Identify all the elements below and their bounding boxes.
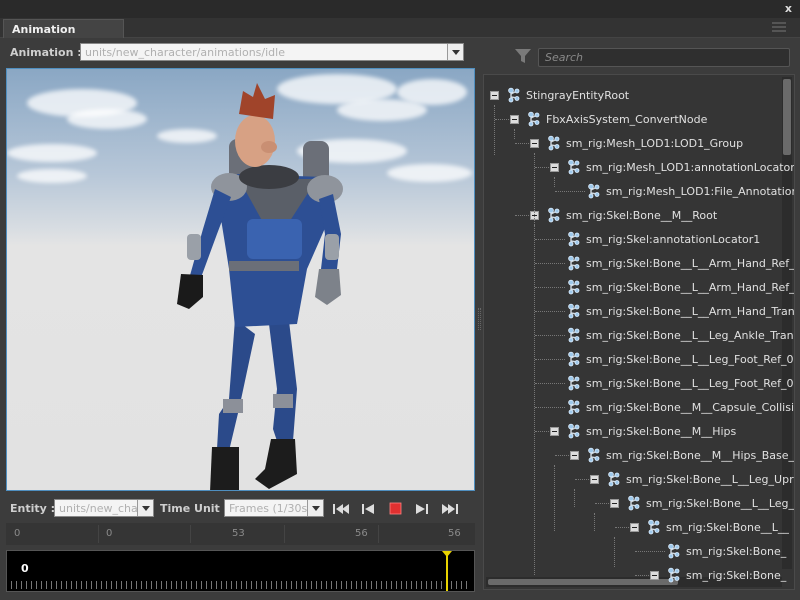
collapse-icon[interactable] <box>630 523 639 532</box>
node-hierarchy-icon <box>566 231 582 247</box>
tree-node-label: sm_rig:Skel:Bone__M__Hips_Base_ <box>606 449 795 462</box>
node-hierarchy-icon <box>586 447 602 463</box>
tree-node-label: sm_rig:Skel:Bone__M__Root <box>566 209 718 222</box>
search-input[interactable]: Search <box>538 48 790 67</box>
timeline-end: 56 <box>448 528 461 539</box>
timeline-ticks <box>11 581 470 589</box>
tree-node-label: sm_rig:Mesh_LOD1:File_Annotation <box>606 185 795 198</box>
tree-node-label: sm_rig:Skel:Bone__L__Arm_Hand_Trans <box>586 305 795 318</box>
step-forward-icon[interactable] <box>412 501 432 517</box>
entity-select-value: units/new_cha <box>59 502 138 515</box>
node-hierarchy-icon <box>586 183 602 199</box>
tree-node-label: StingrayEntityRoot <box>526 89 630 102</box>
node-hierarchy-icon <box>566 159 582 175</box>
timeline-current-value: 0 <box>21 562 29 575</box>
window-titlebar: x <box>0 0 800 18</box>
node-hierarchy-icon <box>606 471 622 487</box>
filter-icon[interactable] <box>514 48 532 64</box>
search-placeholder: Search <box>545 51 584 64</box>
character-model <box>177 83 343 490</box>
window-close-button[interactable]: x <box>785 2 792 15</box>
tree-node-label: sm_rig:Skel:Bone__L__Leg_ <box>646 497 795 510</box>
timeline-range-end: 56 <box>355 528 368 539</box>
node-hierarchy-icon <box>546 207 562 223</box>
collapse-icon[interactable] <box>610 499 619 508</box>
animation-label: Animation : <box>10 46 82 59</box>
collapse-icon[interactable] <box>650 571 659 580</box>
timeline-current-frame: 53 <box>232 528 245 539</box>
animation-select[interactable]: units/new_character/animations/idle <box>80 43 464 61</box>
node-hierarchy-icon <box>566 375 582 391</box>
time-unit-label: Time Unit : <box>160 502 229 515</box>
tree-node-label: sm_rig:Skel:Bone__M__Hips <box>586 425 737 438</box>
tree-node-label: sm_rig:Skel:Bone__L__Leg_Ankle_Trans <box>586 329 795 342</box>
node-hierarchy-icon <box>566 423 582 439</box>
timeline-range-start: 0 <box>106 528 113 539</box>
collapse-icon[interactable] <box>490 91 499 100</box>
node-hierarchy-icon <box>646 519 662 535</box>
node-hierarchy-icon <box>566 303 582 319</box>
collapse-icon[interactable] <box>550 427 559 436</box>
tab-animation-editor[interactable]: Animation Editor× <box>3 19 124 49</box>
skip-to-end-icon[interactable] <box>440 501 460 517</box>
tree-node-label: sm_rig:Skel:Bone__L__Leg_Foot_Ref_0 <box>586 353 794 366</box>
editor-main: Animation : units/new_character/animatio… <box>0 38 800 600</box>
tree-node-label: sm_rig:Skel:Bone_ <box>686 545 787 558</box>
timeline-frame-numbers: 0 0 53 56 56 <box>6 523 475 545</box>
node-hierarchy-icon <box>546 135 562 151</box>
node-hierarchy-icon <box>526 111 542 127</box>
node-hierarchy-icon <box>666 543 682 559</box>
node-hierarchy-icon <box>506 87 522 103</box>
preview-viewport[interactable] <box>6 68 475 491</box>
entity-select[interactable]: units/new_cha <box>54 499 154 517</box>
chevron-down-icon[interactable] <box>307 500 323 516</box>
collapse-icon[interactable] <box>510 115 519 124</box>
node-hierarchy-icon <box>566 255 582 271</box>
node-hierarchy-icon <box>566 279 582 295</box>
tree-node-label: sm_rig:Skel:Bone__L__Arm_Hand_Ref_ <box>586 257 795 270</box>
collapse-icon[interactable] <box>570 451 579 460</box>
animation-select-value: units/new_character/animations/idle <box>85 46 285 59</box>
collapse-icon[interactable] <box>550 163 559 172</box>
tab-bar: Animation Editor× <box>0 18 800 49</box>
tree-node-label: sm_rig:Skel:Bone__L__Leg_Upr <box>626 473 794 486</box>
node-hierarchy-icon <box>566 351 582 367</box>
tree-node-label: sm_rig:Skel:annotationLocator1 <box>586 233 761 246</box>
panel-menu-icon[interactable] <box>772 22 786 32</box>
node-hierarchy-icon <box>666 567 682 583</box>
timeline-playhead[interactable] <box>442 551 452 591</box>
skip-to-start-icon[interactable] <box>331 501 351 517</box>
panel-splitter[interactable] <box>478 308 481 330</box>
tree-node-label: sm_rig:Skel:Bone_ <box>686 569 787 582</box>
tree-node-label: sm_rig:Skel:Bone__L__Leg_Foot_Ref_0 <box>586 377 794 390</box>
stop-icon[interactable] <box>385 501 405 517</box>
entity-label: Entity : <box>10 502 56 515</box>
tree-node-label: sm_rig:Skel:Bone__L__ <box>666 521 789 534</box>
collapse-icon[interactable] <box>530 139 539 148</box>
collapse-icon[interactable] <box>590 475 599 484</box>
tree-node-label: sm_rig:Skel:Bone__L__Arm_Hand_Ref_ <box>586 281 795 294</box>
node-hierarchy-icon <box>566 327 582 343</box>
tree-node-label: sm_rig:Mesh_LOD1:LOD1_Group <box>566 137 744 150</box>
timeline-start: 0 <box>14 528 21 539</box>
tree-node-label: sm_rig:Mesh_LOD1:annotationLocator <box>586 161 795 174</box>
timeline-track[interactable]: 0 <box>6 550 475 592</box>
tree-vertical-scrollbar[interactable] <box>782 77 792 569</box>
node-hierarchy-icon <box>626 495 642 511</box>
tree-node-label: sm_rig:Skel:Bone__M__Capsule_Collisi <box>586 401 795 414</box>
step-back-icon[interactable] <box>358 501 378 517</box>
time-unit-select[interactable]: Frames (1/30s) <box>224 499 324 517</box>
chevron-down-icon[interactable] <box>447 44 463 60</box>
node-hierarchy-icon <box>566 399 582 415</box>
scene-tree[interactable]: StingrayEntityRoot FbxAxisSystem_ConvertN… <box>483 74 795 590</box>
chevron-down-icon[interactable] <box>137 500 153 516</box>
time-unit-select-value: Frames (1/30s) <box>229 502 312 515</box>
tree-node-label: FbxAxisSystem_ConvertNode <box>546 113 708 126</box>
